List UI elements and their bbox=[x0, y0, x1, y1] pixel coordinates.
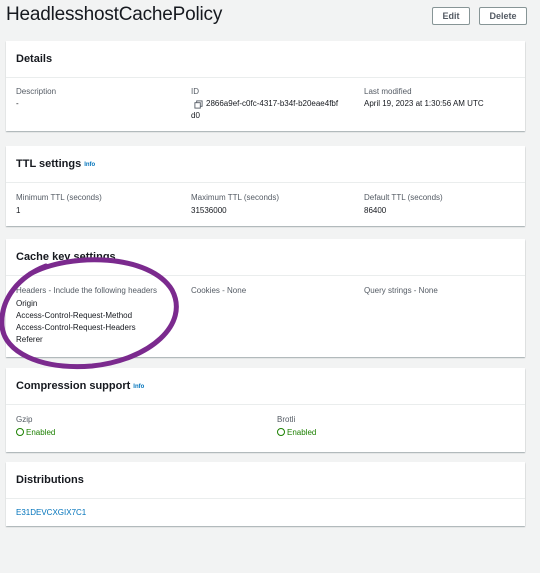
ttl-settings-header: TTL settings Info bbox=[6, 146, 525, 183]
page-title: HeadlesshostCachePolicy bbox=[6, 4, 223, 25]
distributions-title: Distributions bbox=[16, 474, 84, 486]
headers-label: Headers - Include the following headers bbox=[16, 286, 157, 295]
header-item: Origin bbox=[16, 299, 38, 308]
brotli-status: Enabled bbox=[277, 427, 316, 439]
details-header: Details bbox=[6, 41, 525, 78]
header-item: Referer bbox=[16, 335, 43, 344]
cookies-label: Cookies - None bbox=[191, 286, 247, 295]
check-circle-icon bbox=[16, 428, 24, 436]
delete-button[interactable]: Delete bbox=[479, 7, 527, 25]
description-value: - bbox=[16, 99, 19, 108]
default-ttl-value: 86400 bbox=[364, 206, 387, 215]
distribution-link[interactable]: E31DEVCXGIX7C1 bbox=[16, 507, 86, 519]
max-ttl-value: 31536000 bbox=[191, 206, 227, 215]
details-panel: Details bbox=[6, 41, 525, 131]
gzip-status: Enabled bbox=[16, 427, 55, 439]
compression-support-header: Compression support Info bbox=[6, 368, 525, 405]
max-ttl-label: Maximum TTL (seconds) bbox=[191, 193, 280, 202]
copy-icon[interactable] bbox=[194, 100, 203, 109]
description-label: Description bbox=[16, 87, 57, 96]
last-modified-value: April 19, 2023 at 1:30:56 AM UTC bbox=[364, 99, 484, 108]
header-item: Access-Control-Request-Headers bbox=[16, 323, 136, 332]
id-value-line1: 2866a9ef-c0fc-4317-b34f-b20eae4fbf bbox=[206, 99, 339, 108]
ttl-settings-title: TTL settings bbox=[16, 158, 82, 170]
cache-key-settings-panel: Cache key settings bbox=[6, 239, 525, 357]
brotli-label: Brotli bbox=[277, 415, 296, 424]
details-title: Details bbox=[16, 53, 53, 65]
edit-button[interactable]: Edit bbox=[432, 7, 470, 25]
page-header: HeadlesshostCachePolicy Edit Delete bbox=[0, 0, 540, 34]
default-ttl-label: Default TTL (seconds) bbox=[364, 193, 443, 202]
compression-info-link[interactable]: Info bbox=[133, 384, 144, 390]
check-circle-icon bbox=[277, 428, 285, 436]
gzip-label: Gzip bbox=[16, 415, 33, 424]
ttl-settings-panel: TTL settings Info bbox=[6, 146, 525, 226]
gzip-status-text: Enabled bbox=[26, 428, 56, 437]
compression-support-panel: Compression support Info bbox=[6, 368, 525, 452]
id-value-line2: d0 bbox=[191, 111, 200, 120]
ttl-info-link[interactable]: Info bbox=[84, 162, 95, 168]
last-modified-label: Last modified bbox=[364, 87, 412, 96]
cache-key-settings-header: Cache key settings bbox=[6, 239, 525, 276]
id-label: ID bbox=[191, 87, 199, 96]
query-strings-label: Query strings - None bbox=[364, 286, 438, 295]
min-ttl-value: 1 bbox=[16, 206, 21, 215]
cache-key-settings-title: Cache key settings bbox=[16, 251, 116, 263]
header-item: Access-Control-Request-Method bbox=[16, 311, 133, 320]
compression-support-title: Compression support bbox=[16, 380, 131, 392]
distributions-header: Distributions bbox=[6, 462, 525, 499]
brotli-status-text: Enabled bbox=[287, 428, 317, 437]
min-ttl-label: Minimum TTL (seconds) bbox=[16, 193, 102, 202]
